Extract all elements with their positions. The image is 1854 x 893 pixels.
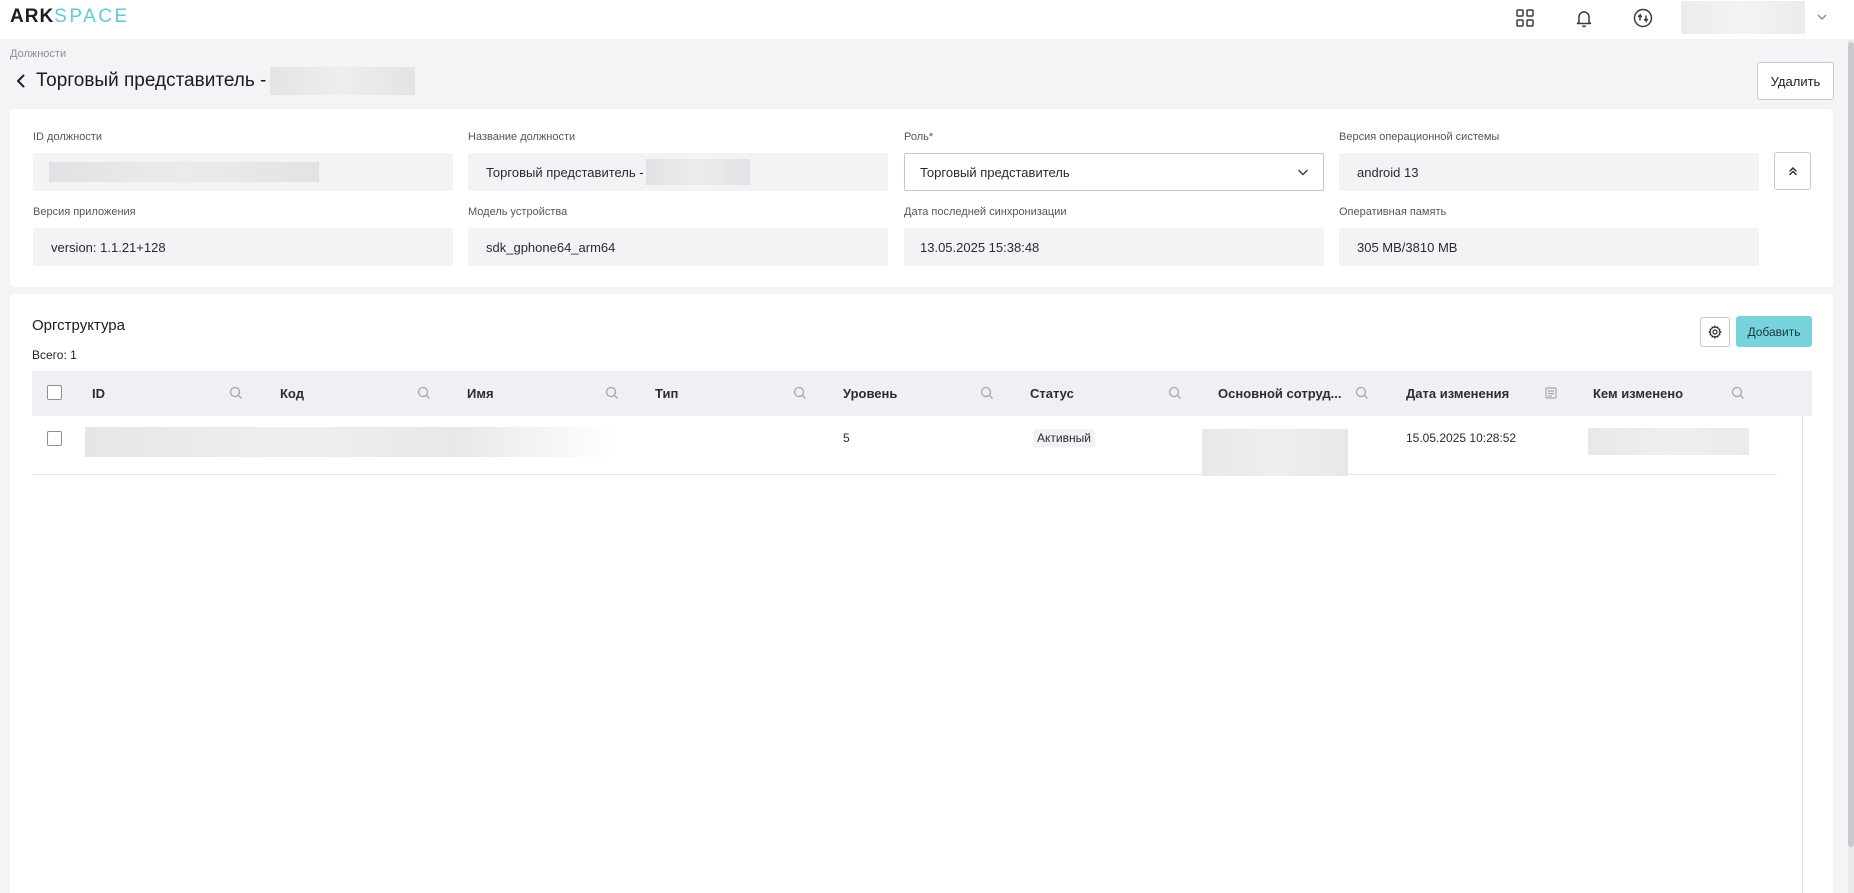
field-os-version: Версия операционной системы android 13 bbox=[1339, 131, 1759, 191]
search-icon[interactable] bbox=[1354, 385, 1370, 401]
device-model-value: sdk_gphone64_arm64 bbox=[486, 239, 616, 255]
ram-value: 305 MB/3810 MB bbox=[1357, 239, 1458, 255]
device-model-field[interactable]: sdk_gphone64_arm64 bbox=[468, 228, 888, 266]
last-sync-value: 13.05.2025 15:38:48 bbox=[920, 239, 1040, 255]
role-select[interactable]: Торговый представитель bbox=[904, 153, 1324, 191]
column-header-level[interactable]: Уровень bbox=[843, 371, 897, 416]
app-version-field[interactable]: version: 1.1.21+128 bbox=[33, 228, 453, 266]
gear-icon bbox=[1708, 325, 1722, 339]
field-ram: Оперативная память 305 MB/3810 MB bbox=[1339, 206, 1759, 266]
delete-button[interactable]: Удалить bbox=[1757, 62, 1834, 100]
search-icon[interactable] bbox=[1167, 385, 1183, 401]
field-label: Версия приложения bbox=[33, 206, 136, 218]
table-border bbox=[1802, 416, 1803, 893]
chevron-left-icon bbox=[17, 74, 25, 88]
select-all-checkbox[interactable] bbox=[47, 385, 62, 400]
breadcrumb[interactable]: Должности bbox=[10, 48, 66, 60]
search-icon[interactable] bbox=[1730, 385, 1746, 401]
app-logo[interactable]: ARKSPACE bbox=[10, 6, 130, 28]
search-icon[interactable] bbox=[228, 385, 244, 401]
os-version-value: android 13 bbox=[1357, 164, 1419, 180]
table-header: ID Код Имя Тип Уровень Статус Основной с… bbox=[32, 371, 1812, 416]
logo-text-ark: ARK bbox=[10, 6, 55, 27]
field-label: Дата последней синхронизации bbox=[904, 206, 1067, 218]
column-header-code[interactable]: Код bbox=[280, 371, 304, 416]
back-button[interactable] bbox=[12, 71, 32, 91]
position-name-value: Торговый представитель - bbox=[486, 164, 644, 180]
search-icon[interactable] bbox=[604, 385, 620, 401]
column-header-changed-by[interactable]: Кем изменено bbox=[1593, 371, 1683, 416]
scrollbar-thumb[interactable] bbox=[1848, 42, 1854, 847]
logo-text-space: SPACE bbox=[54, 6, 130, 27]
field-label: Оперативная память bbox=[1339, 206, 1447, 218]
bell-icon[interactable] bbox=[1571, 5, 1597, 31]
row-level: 5 bbox=[843, 431, 850, 445]
total-count: Всего: 1 bbox=[32, 348, 77, 362]
row-changed-at: 15.05.2025 10:28:52 bbox=[1406, 431, 1517, 445]
row-id-code-name-redacted bbox=[85, 427, 615, 457]
calendar-filter-icon[interactable] bbox=[1543, 385, 1559, 401]
field-role: Роль* Торговый представитель bbox=[904, 131, 1324, 191]
position-name-redacted bbox=[645, 159, 750, 185]
field-last-sync: Дата последней синхронизации 13.05.2025 … bbox=[904, 206, 1324, 266]
field-label: ID должности bbox=[33, 131, 103, 143]
chevrons-up-icon bbox=[1788, 167, 1797, 176]
app-version-value: version: 1.1.21+128 bbox=[51, 239, 166, 255]
status-badge: Активный bbox=[1033, 429, 1095, 447]
field-label: Название должности bbox=[468, 131, 576, 143]
page-title-row: Торговый представитель - bbox=[12, 66, 416, 96]
sync-icon[interactable] bbox=[1630, 5, 1656, 31]
column-header-status[interactable]: Статус bbox=[1030, 371, 1074, 416]
add-button[interactable]: Добавить bbox=[1736, 316, 1812, 347]
field-label: Версия операционной системы bbox=[1339, 131, 1500, 143]
position-id-field[interactable] bbox=[33, 153, 453, 191]
field-label: Роль* bbox=[904, 131, 934, 143]
column-header-type[interactable]: Тип bbox=[655, 371, 678, 416]
os-version-field[interactable]: android 13 bbox=[1339, 153, 1759, 191]
role-select-value: Торговый представитель bbox=[920, 164, 1070, 180]
page-title-redacted bbox=[270, 67, 416, 95]
apps-grid-icon[interactable] bbox=[1512, 5, 1538, 31]
search-icon[interactable] bbox=[416, 385, 432, 401]
row-changed-by-redacted bbox=[1588, 428, 1749, 455]
chevron-down-icon bbox=[1298, 169, 1308, 176]
row-checkbox[interactable] bbox=[47, 431, 62, 446]
user-avatar-redacted[interactable] bbox=[1681, 1, 1805, 34]
search-icon[interactable] bbox=[792, 385, 808, 401]
section-title: Оргструктура bbox=[32, 317, 125, 334]
column-header-changed-at[interactable]: Дата изменения bbox=[1406, 371, 1509, 416]
field-position-name: Название должности Торговый представител… bbox=[468, 131, 888, 191]
last-sync-field[interactable]: 13.05.2025 15:38:48 bbox=[904, 228, 1324, 266]
chevron-down-icon[interactable] bbox=[1814, 9, 1830, 25]
page-scrollbar[interactable] bbox=[1848, 40, 1854, 893]
table-settings-button[interactable] bbox=[1700, 317, 1730, 347]
page-title: Торговый представитель - bbox=[36, 70, 267, 91]
position-info-card: ID должности Название должности Торговый… bbox=[10, 109, 1833, 287]
row-main-employee-redacted bbox=[1202, 429, 1348, 476]
column-header-main-employee[interactable]: Основной сотруд... bbox=[1218, 371, 1342, 416]
table-row[interactable]: 5 Активный 15.05.2025 10:28:52 bbox=[32, 416, 1777, 476]
field-label: Модель устройства bbox=[468, 206, 568, 218]
position-id-redacted bbox=[49, 162, 319, 182]
collapse-button[interactable] bbox=[1774, 152, 1811, 190]
ram-field[interactable]: 305 MB/3810 MB bbox=[1339, 228, 1759, 266]
field-position-id: ID должности bbox=[33, 131, 453, 191]
column-header-id[interactable]: ID bbox=[92, 371, 105, 416]
org-structure-card: Оргструктура Всего: 1 Добавить ID Код Им… bbox=[10, 294, 1833, 893]
field-device-model: Модель устройства sdk_gphone64_arm64 bbox=[468, 206, 888, 266]
position-name-field[interactable]: Торговый представитель - bbox=[468, 153, 888, 191]
column-header-name[interactable]: Имя bbox=[467, 371, 494, 416]
search-icon[interactable] bbox=[979, 385, 995, 401]
field-app-version: Версия приложения version: 1.1.21+128 bbox=[33, 206, 453, 266]
top-bar: ARKSPACE bbox=[0, 0, 1854, 39]
